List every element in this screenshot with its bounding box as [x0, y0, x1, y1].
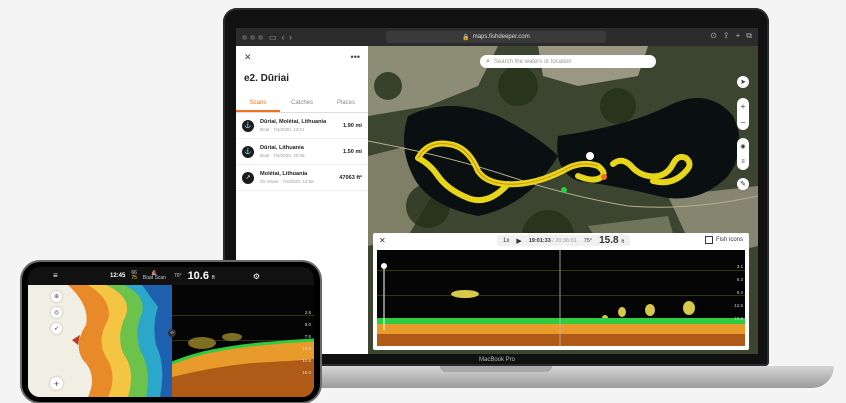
scan-distance: 1.50 mi	[343, 148, 362, 155]
phone-depth-scale: 2.5 5.0 7.5 10.0 12.5 15.0	[302, 307, 311, 379]
more-options-icon[interactable]: •••	[351, 52, 360, 63]
playback-controls: 1x ▶ 19:01:33 / 20:36:01 75° 15.8 ft	[497, 235, 631, 246]
depth-tick: 7.5	[304, 334, 311, 339]
zoom-control: + −	[737, 98, 749, 130]
phone-depth-unit: ft	[212, 275, 215, 281]
shore-scan-icon: ↗	[242, 171, 254, 184]
sonar-image: 3.1 6.3 9.4 12.5 15.6	[377, 250, 745, 346]
water-temperature: 75°	[583, 237, 593, 244]
phone-screen: ≡ 12:45 66 75 ⛵ Boat Scan 70° 10.6 ft ⚙ …	[28, 267, 314, 397]
phone-bathymetry-map[interactable]: ⊕ ◎ ➶ +	[28, 285, 172, 397]
locate-icon[interactable]: ➤	[737, 76, 749, 88]
address-bar[interactable]: 🔒 maps.fishdeeper.com	[386, 31, 606, 43]
scan-list-item[interactable]: ↗ Molėtai, Lithuania On shore · 7/4/2020…	[236, 165, 368, 191]
menu-icon[interactable]: ≡	[53, 271, 58, 280]
add-icon[interactable]: +	[50, 377, 63, 390]
tab-scans[interactable]: Scans	[236, 96, 280, 112]
depth-tick: 3.1	[736, 264, 743, 269]
zoom-in-icon[interactable]: ⊕	[51, 291, 62, 302]
measure-icon[interactable]: ✎	[737, 178, 749, 190]
checkbox-icon	[704, 236, 713, 244]
sonar-depth-unit: ft	[621, 239, 625, 245]
scan-meta: On shore · 7/4/2020, 12:58	[260, 179, 314, 184]
depth-tick: 15.6	[734, 316, 743, 321]
phone-depth-value: 10.6	[187, 270, 209, 282]
scan-distance: 1.90 mi	[343, 122, 362, 129]
phone-stats: 66 75	[131, 271, 137, 281]
pin-icon[interactable]: ◉	[740, 143, 745, 150]
search-placeholder: Search the waters or location	[493, 58, 572, 65]
zoom-out-icon[interactable]: −	[741, 118, 746, 127]
map-search-input[interactable]: ⌕ Search the waters or location	[480, 55, 656, 68]
scan-meta: Boat · 7/4/2020, 13:01	[260, 127, 305, 132]
boat-mode-label: Boat Scan	[142, 275, 166, 281]
sonar-echo-graphic	[377, 250, 745, 346]
window-controls	[242, 34, 263, 40]
url-text: maps.fishdeeper.com	[472, 34, 530, 40]
phone-time: 12:45	[110, 273, 126, 279]
fish-icons-label: Fish icons	[715, 237, 743, 243]
laptop-notch	[440, 366, 552, 372]
depth-tick: 15.0	[302, 370, 311, 375]
lock-icon: 🔒	[462, 34, 470, 41]
laptop-brand-label: MacBook Pro	[478, 357, 515, 363]
playback-speed[interactable]: 1x	[503, 238, 509, 244]
phone-sonar-view: 2.5 5.0 7.5 10.0 12.5 15.0	[172, 285, 314, 397]
sonar-depth-value: 15.8	[599, 235, 619, 246]
close-sonar-icon[interactable]: ✕	[379, 236, 386, 245]
stat-bottom: 75	[131, 275, 137, 281]
share-icon[interactable]: ⇪	[723, 31, 730, 41]
tabs-overview-icon[interactable]: ⧉	[746, 31, 752, 41]
sidebar-tabs: Scans Catches Places	[236, 96, 368, 113]
sonar-history-panel: ✕ 1x ▶ 19:01:33 / 20:36:01 75° 15.8 ft F…	[373, 233, 749, 350]
back-icon[interactable]: ‹	[282, 33, 285, 42]
zoom-in-icon[interactable]: +	[741, 102, 746, 111]
tab-catches[interactable]: Catches	[280, 96, 324, 112]
split-view-handle[interactable]: ‹›	[168, 329, 176, 337]
close-panel-icon[interactable]: ✕	[244, 52, 252, 63]
scan-name: Molėtai, Lithuania	[260, 171, 308, 177]
search-icon: ⌕	[486, 57, 490, 65]
sonar-depth-scale: 3.1 6.3 9.4 12.5 15.6	[734, 260, 743, 325]
depth-tick: 2.5	[304, 310, 311, 315]
new-tab-icon[interactable]: +	[736, 31, 741, 41]
scan-list-item[interactable]: ⚓ Dūriai, Lithuania Boat · 7/4/2020, 20:…	[236, 139, 368, 165]
boat-scan-icon: ⚓	[242, 145, 254, 158]
playback-total-time: / 20:36:01	[552, 237, 577, 244]
compass-icon[interactable]: ➶	[51, 323, 62, 334]
sidebar-toggle-icon[interactable]: ▭	[269, 33, 277, 42]
play-icon[interactable]: ▶	[516, 237, 521, 245]
layers-icon[interactable]: ≡	[741, 159, 745, 165]
tab-places[interactable]: Places	[324, 96, 368, 112]
browser-toolbar: ▭ ‹ › 🔒 maps.fishdeeper.com ⊙ ⇪ + ⧉	[236, 28, 758, 46]
sonar-header: ✕ 1x ▶ 19:01:33 / 20:36:01 75° 15.8 ft F…	[373, 233, 749, 248]
forward-icon[interactable]: ›	[289, 33, 292, 42]
pin-icon[interactable]: ◎	[51, 307, 62, 318]
depth-tick: 5.0	[304, 322, 311, 327]
phone-top-bar: ≡ 12:45 66 75 ⛵ Boat Scan 70° 10.6 ft ⚙	[28, 267, 314, 285]
scan-meta: Boat · 7/4/2020, 20:05	[260, 153, 305, 158]
scan-list-item[interactable]: ⚓ Dūriai, Molėtai, Lithuania Boat · 7/4/…	[236, 113, 368, 139]
depth-tick: 10.0	[302, 346, 311, 351]
depth-tick: 6.3	[736, 277, 743, 282]
layer-control: ◉ ≡	[737, 138, 749, 170]
phone-temperature: 70°	[174, 273, 182, 279]
depth-tick: 9.4	[736, 290, 743, 295]
fish-icons-toggle[interactable]: Fish icons	[704, 236, 743, 244]
scan-area: 47063 ft²	[339, 174, 362, 181]
gear-icon[interactable]: ⚙	[253, 272, 260, 281]
scan-name: Dūriai, Lithuania	[260, 145, 304, 151]
boat-mode[interactable]: ⛵ Boat Scan	[143, 271, 166, 281]
playback-time: 19:01:33	[528, 237, 551, 244]
boat-scan-icon: ⚓	[242, 119, 254, 132]
download-icon[interactable]: ⊙	[710, 31, 717, 41]
sidebar-title: e2. Dūriai	[244, 73, 290, 84]
depth-tick: 12.5	[734, 303, 743, 308]
depth-tick: 12.5	[302, 358, 311, 363]
scan-name: Dūriai, Molėtai, Lithuania	[260, 119, 327, 125]
phone-sonar-graphic	[172, 285, 314, 397]
